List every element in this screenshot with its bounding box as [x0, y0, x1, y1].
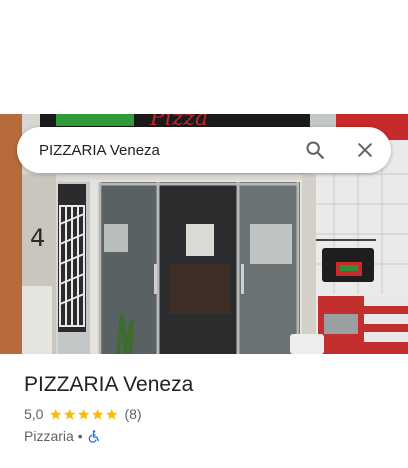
- close-icon: [358, 143, 372, 157]
- place-title[interactable]: PIZZARIA Veneza: [24, 372, 394, 398]
- category-row: Pizzaria •: [24, 426, 394, 446]
- wheelchair-icon: [88, 429, 99, 443]
- star-icon: [106, 408, 118, 420]
- star-icon: [50, 408, 62, 420]
- star-rating: [49, 408, 119, 421]
- rating-value: 5,0: [24, 406, 44, 422]
- door-number: 4: [30, 224, 45, 252]
- close-button[interactable]: [351, 136, 379, 164]
- search-input[interactable]: [39, 127, 289, 173]
- category-label: Pizzaria: [24, 428, 74, 444]
- place-panel: Pizza 4 PIZZARIA Veneza PIZZARIA Veneza …: [0, 0, 408, 468]
- star-icon: [64, 408, 76, 420]
- rating-row[interactable]: 5,0 (8): [24, 404, 394, 424]
- top-blank-area: [0, 0, 408, 114]
- star-icon: [92, 408, 104, 420]
- search-bar[interactable]: [17, 127, 391, 173]
- review-count[interactable]: (8): [124, 406, 141, 422]
- star-icon: [78, 408, 90, 420]
- search-button[interactable]: [301, 136, 329, 164]
- search-icon: [306, 141, 324, 159]
- separator-dot: •: [77, 428, 83, 444]
- place-info: PIZZARIA Veneza 5,0 (8) Pizzaria •: [24, 372, 394, 446]
